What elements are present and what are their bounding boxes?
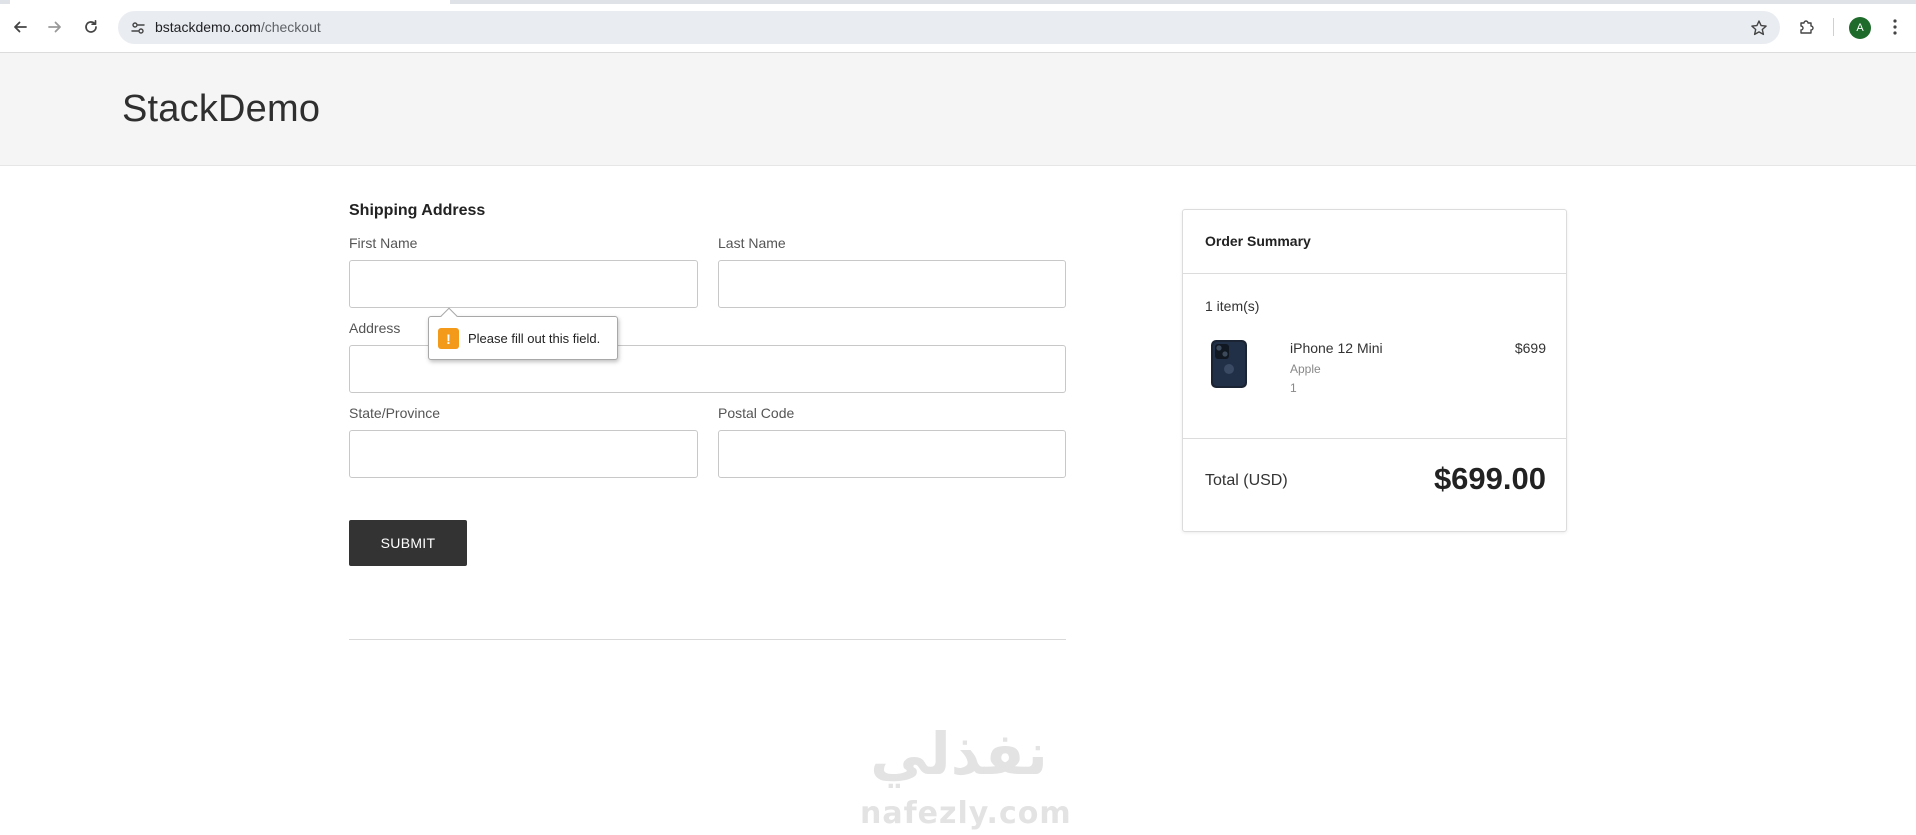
first-name-label: First Name bbox=[349, 235, 418, 251]
summary-divider bbox=[1183, 438, 1566, 439]
tooltip-arrow bbox=[440, 307, 458, 325]
iphone-icon bbox=[1210, 339, 1248, 389]
validation-message: Please fill out this field. bbox=[468, 331, 601, 346]
last-name-input[interactable] bbox=[718, 260, 1066, 308]
puzzle-icon bbox=[1800, 20, 1814, 34]
product-quantity: 1 bbox=[1290, 381, 1297, 395]
item-count: 1 item(s) bbox=[1205, 298, 1260, 314]
address-label: Address bbox=[349, 320, 401, 336]
product-name: iPhone 12 Mini bbox=[1290, 340, 1383, 356]
total-value: $699.00 bbox=[1433, 461, 1546, 496]
order-summary-title: Order Summary bbox=[1205, 233, 1311, 249]
state-label: State/Province bbox=[349, 405, 441, 421]
validation-tooltip: ! Please fill out this field. bbox=[428, 307, 618, 360]
form-divider bbox=[349, 639, 1066, 640]
star-icon[interactable] bbox=[1748, 17, 1770, 39]
address-bar[interactable]: bstackdemo.com/checkout bbox=[118, 11, 1780, 44]
order-summary-card: Order Summary 1 item(s) iPhone 12 Mini A… bbox=[1182, 209, 1567, 532]
postal-code-input[interactable] bbox=[718, 430, 1066, 478]
site-logo[interactable]: StackDemo bbox=[122, 88, 320, 131]
arrow-left-icon bbox=[14, 21, 27, 33]
shipping-heading: Shipping Address bbox=[349, 202, 486, 219]
tab-strip bbox=[0, 0, 1916, 4]
browser-toolbar: bstackdemo.com/checkout A bbox=[0, 0, 1916, 53]
product-brand: Apple bbox=[1290, 362, 1321, 376]
active-tab[interactable] bbox=[10, 0, 450, 4]
url-host: bstackdemo.com bbox=[155, 19, 261, 35]
url-text[interactable]: bstackdemo.com/checkout bbox=[155, 19, 321, 35]
toolbar-separator bbox=[1833, 18, 1834, 36]
kebab-menu-icon[interactable] bbox=[1885, 14, 1905, 40]
url-path: /checkout bbox=[260, 19, 321, 35]
reload-icon bbox=[85, 19, 97, 33]
reload-button[interactable] bbox=[78, 14, 104, 40]
state-input[interactable] bbox=[349, 430, 698, 478]
tune-icon[interactable] bbox=[128, 18, 148, 38]
watermark-latin: nafezly.com bbox=[860, 796, 1072, 831]
back-button[interactable] bbox=[7, 14, 33, 40]
warning-icon: ! bbox=[438, 328, 459, 349]
summary-divider bbox=[1183, 273, 1566, 274]
first-name-input[interactable] bbox=[349, 260, 698, 308]
postal-code-label: Postal Code bbox=[718, 405, 795, 421]
profile-initial: A bbox=[1856, 22, 1864, 34]
last-name-label: Last Name bbox=[718, 235, 786, 251]
profile-avatar[interactable]: A bbox=[1849, 17, 1871, 39]
watermark-arabic: نفذلي bbox=[870, 720, 1048, 788]
submit-button[interactable]: SUBMIT bbox=[349, 520, 467, 566]
watermark: نفذلي nafezly.com bbox=[850, 720, 1071, 835]
product-price: $699 bbox=[1514, 340, 1546, 356]
total-label: Total (USD) bbox=[1205, 472, 1288, 489]
forward-button[interactable] bbox=[42, 14, 68, 40]
arrow-right-icon bbox=[48, 21, 61, 33]
extensions-button[interactable] bbox=[1794, 14, 1820, 40]
site-header: StackDemo bbox=[0, 53, 1916, 166]
